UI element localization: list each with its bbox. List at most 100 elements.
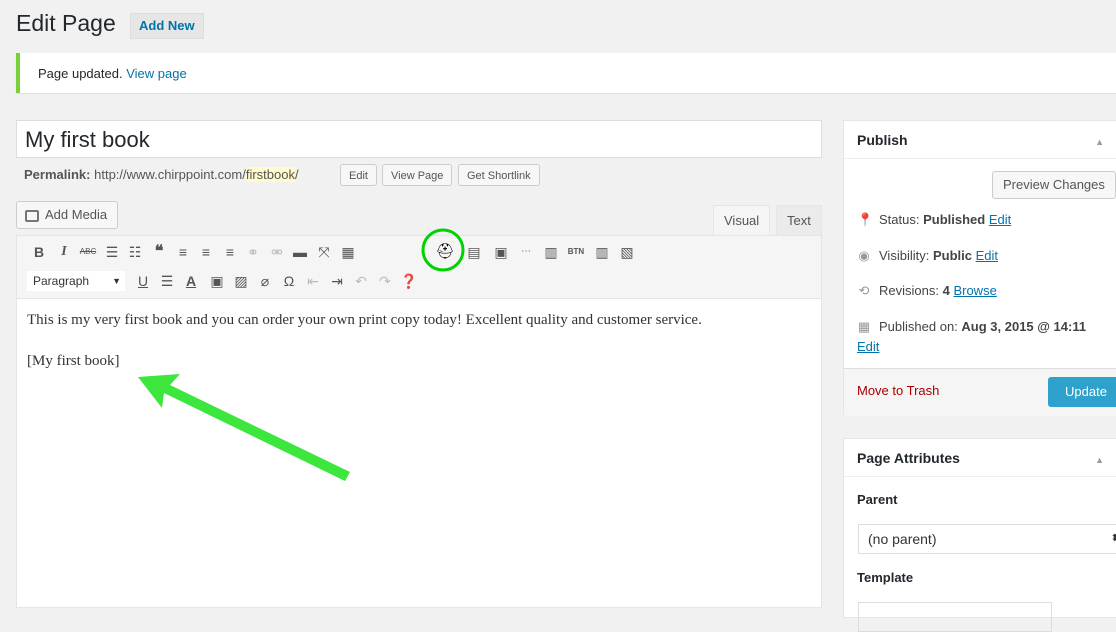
paste-text-icon[interactable]: ▣: [207, 271, 227, 291]
notice-message: Page updated.: [38, 66, 123, 81]
updown-icon: ⬍: [1110, 533, 1116, 544]
format-value: Paragraph: [33, 274, 90, 288]
outdent-icon[interactable]: ⇤: [303, 271, 323, 291]
publish-title: Publish: [857, 132, 908, 148]
tab-text[interactable]: Text: [776, 205, 822, 235]
page-attributes-box: Page Attributes ▲ Parent (no parent) ⬍ Te…: [843, 438, 1116, 632]
justify-icon[interactable]: ☰: [157, 271, 177, 291]
permalink-slug[interactable]: firstbook: [245, 167, 295, 182]
permalink-edit-button[interactable]: Edit: [340, 164, 377, 186]
published-on-edit-link[interactable]: Edit: [857, 339, 879, 354]
read-more-icon[interactable]: ▬: [290, 242, 310, 262]
book-shortcode-icon[interactable]: ⛑: [435, 242, 455, 262]
preview-changes-button[interactable]: Preview Changes: [992, 171, 1116, 199]
help-icon[interactable]: ❓: [399, 271, 419, 291]
get-shortlink-button[interactable]: Get Shortlink: [458, 164, 540, 186]
published-on-value: Aug 3, 2015 @ 14:11: [961, 319, 1087, 334]
link-icon[interactable]: ⚭: [243, 242, 263, 262]
text-color-icon[interactable]: A: [181, 271, 201, 291]
divider: [844, 158, 1116, 159]
visibility-edit-link[interactable]: Edit: [976, 248, 998, 263]
pin-icon: 📍: [857, 212, 874, 227]
page-title: Edit Page: [16, 10, 116, 36]
editor-paragraph[interactable]: This is my very first book and you can o…: [27, 312, 702, 329]
underline-icon[interactable]: U: [133, 271, 153, 291]
parent-select[interactable]: (no parent) ⬍: [858, 524, 1116, 554]
template-label: Template: [857, 570, 914, 585]
gallery-shortcode-icon[interactable]: ▣: [491, 242, 511, 262]
parent-label: Parent: [857, 492, 898, 507]
parent-value: (no parent): [868, 531, 937, 547]
collapse-icon[interactable]: ▲: [1095, 455, 1104, 465]
permalink-base: http://www.chirppoint.com/: [94, 167, 246, 182]
collapse-icon[interactable]: ▲: [1095, 137, 1104, 147]
fullscreen-icon[interactable]: ⤧: [314, 242, 334, 262]
template-select[interactable]: [858, 602, 1052, 632]
align-right-icon[interactable]: ≡: [220, 242, 240, 262]
permalink-row: Permalink: http://www.chirppoint.com/fir…: [24, 167, 299, 182]
special-character-icon[interactable]: Ω: [279, 271, 299, 291]
post-title-value: My first book: [25, 127, 150, 152]
align-center-icon[interactable]: ≡: [196, 242, 216, 262]
add-media-button[interactable]: Add Media: [16, 201, 119, 229]
bullet-list-icon[interactable]: ☰: [102, 242, 122, 262]
editor: B I ABC ☰ ☷ ❝ ≡ ≡ ≡ ⚭ ⚮ ▬ ⤧ ▦ ⛑ ▤ ▣ ⋯ ▥ …: [16, 235, 822, 608]
update-button[interactable]: Update: [1048, 377, 1116, 407]
numbered-list-icon[interactable]: ☷: [125, 242, 145, 262]
status-label: Status:: [879, 212, 920, 227]
visibility-value: Public: [932, 248, 972, 263]
text-shortcode-icon[interactable]: ▥: [592, 242, 612, 262]
bold-icon[interactable]: B: [29, 242, 49, 262]
align-left-icon[interactable]: ≡: [173, 242, 193, 262]
notice-banner: Page updated. View page: [16, 53, 1116, 93]
blockquote-icon[interactable]: ❝: [149, 242, 169, 262]
revisions-value: 4: [942, 283, 950, 298]
revisions-label: Revisions:: [879, 283, 939, 298]
status-value: Published: [923, 212, 986, 227]
strikethrough-icon[interactable]: ABC: [78, 242, 98, 262]
button-shortcode-icon[interactable]: BTN: [566, 242, 586, 262]
publish-actions: Move to Trash Update: [844, 368, 1116, 416]
clear-formatting-icon[interactable]: ⌀: [255, 271, 275, 291]
view-page-button[interactable]: View Page: [382, 164, 453, 186]
toolbar-toggle-icon[interactable]: ▦: [338, 242, 358, 262]
table-icon[interactable]: ▤: [464, 242, 484, 262]
unlink-icon[interactable]: ⚮: [267, 242, 287, 262]
browse-revisions-link[interactable]: Browse: [953, 283, 996, 298]
notice-text: Page updated. View page: [38, 66, 187, 81]
post-title-input[interactable]: My first book: [16, 120, 822, 158]
media-icon: [25, 209, 39, 222]
editor-shortcode[interactable]: [My first book]: [27, 353, 120, 370]
eye-icon: ◉: [858, 248, 870, 263]
visibility-label: Visibility:: [879, 248, 930, 263]
status-edit-link[interactable]: Edit: [989, 212, 1011, 227]
visibility-row: ◉ Visibility: Public Edit: [857, 248, 998, 264]
page-attributes-title: Page Attributes: [857, 450, 960, 466]
revisions-row: ⟲ Revisions: 4 Browse: [857, 283, 997, 299]
published-on-label: Published on:: [879, 319, 958, 334]
history-icon: ⟲: [858, 283, 870, 298]
italic-icon[interactable]: I: [54, 242, 74, 262]
form-shortcode-icon[interactable]: ▥: [541, 242, 561, 262]
add-media-label: Add Media: [45, 207, 108, 222]
more-shortcode-icon[interactable]: ⋯: [516, 242, 536, 262]
publish-box: Publish ▲ Preview Changes 📍 Status: Publi…: [843, 120, 1116, 416]
calendar-icon: ▦: [857, 319, 871, 334]
editor-toolbar: B I ABC ☰ ☷ ❝ ≡ ≡ ≡ ⚭ ⚮ ▬ ⤧ ▦ ⛑ ▤ ▣ ⋯ ▥ …: [17, 236, 821, 299]
move-to-trash-link[interactable]: Move to Trash: [857, 383, 939, 398]
paste-word-icon[interactable]: ▨: [231, 271, 251, 291]
published-on-row: ▦ Published on: Aug 3, 2015 @ 14:11: [857, 319, 1086, 335]
divider: [844, 476, 1116, 477]
permalink-trail: /: [294, 167, 299, 182]
add-new-button[interactable]: Add New: [130, 13, 204, 39]
facebook-shortcode-icon[interactable]: ▧: [617, 242, 637, 262]
view-page-link[interactable]: View page: [126, 66, 186, 81]
format-select[interactable]: Paragraph ▼: [27, 271, 125, 291]
undo-icon[interactable]: ↶: [351, 271, 371, 291]
redo-icon[interactable]: ↷: [375, 271, 395, 291]
status-row: 📍 Status: Published Edit: [857, 212, 1011, 228]
published-on-edit-row: Edit: [857, 339, 879, 354]
tab-visual[interactable]: Visual: [713, 205, 771, 235]
chevron-down-icon: ▼: [112, 276, 121, 286]
indent-icon[interactable]: ⇥: [327, 271, 347, 291]
